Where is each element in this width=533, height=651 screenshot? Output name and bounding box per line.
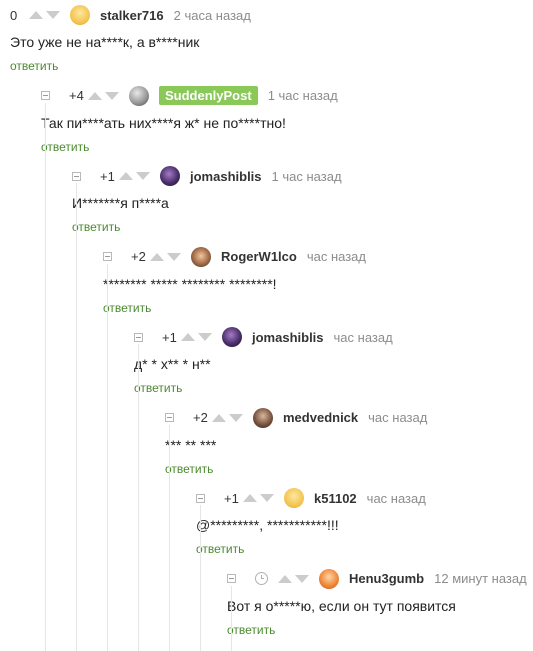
author-name[interactable]: SuddenlyPost <box>159 86 258 105</box>
comment-header: +1 jomashiblis час назад <box>134 326 393 348</box>
comment-rating: +2 <box>131 249 146 264</box>
collapse-toggle-button[interactable] <box>165 413 174 422</box>
author-name[interactable]: jomashiblis <box>190 169 262 184</box>
reply-link[interactable]: ответить <box>134 381 182 395</box>
author-name[interactable]: k51102 <box>314 491 357 506</box>
reply-link[interactable]: ответить <box>41 140 89 154</box>
comment-time: 1 час назад <box>267 88 338 103</box>
upvote-icon[interactable] <box>181 333 195 341</box>
reply-link[interactable]: ответить <box>103 301 151 315</box>
avatar[interactable] <box>160 166 180 186</box>
upvote-icon[interactable] <box>212 413 226 422</box>
upvote-icon[interactable] <box>278 574 292 583</box>
comment-rating: +2 <box>193 410 208 425</box>
reply-link[interactable]: ответить <box>72 220 120 234</box>
thread-branch-line <box>76 183 77 651</box>
downvote-icon[interactable] <box>229 413 243 422</box>
comment-text: Вот я о*****ю, если он тут появится <box>227 597 456 614</box>
comment-text: И*******я п****а <box>72 195 169 211</box>
comment-time: час назад <box>333 329 393 345</box>
upvote-icon[interactable] <box>29 11 43 19</box>
comment-time: час назад <box>368 410 428 425</box>
comment-header: 0 stalker716 2 часа назад <box>10 4 251 26</box>
downvote-icon[interactable] <box>260 494 274 502</box>
avatar[interactable] <box>222 327 242 347</box>
thread-branch-line <box>45 102 46 651</box>
upvote-icon[interactable] <box>88 91 102 100</box>
downvote-icon[interactable] <box>295 574 309 583</box>
comment-header: +1 jomashiblis 1 час назад <box>72 165 342 187</box>
comment-header: +2 RogerW1lco час назад <box>103 246 366 268</box>
comment-rating: +1 <box>100 168 115 184</box>
thread-branch-line <box>231 585 232 651</box>
collapse-toggle-button[interactable] <box>227 574 236 583</box>
clock-icon <box>255 572 268 585</box>
comment-time: 12 минут назад <box>434 571 527 586</box>
thread-branch-line <box>138 344 139 651</box>
downvote-icon[interactable] <box>136 172 150 180</box>
reply-link[interactable]: ответить <box>10 59 58 73</box>
thread-branch-line <box>200 505 201 651</box>
avatar[interactable] <box>191 246 211 267</box>
comment-time: час назад <box>306 249 366 264</box>
comment-text: ******** ***** ******** ********! <box>103 275 277 292</box>
downvote-icon[interactable] <box>105 91 119 100</box>
collapse-toggle-button[interactable] <box>41 91 50 100</box>
author-name[interactable]: RogerW1lco <box>221 249 297 264</box>
comment-text: @*********, ***********!!! <box>196 517 339 533</box>
collapse-toggle-button[interactable] <box>134 332 143 342</box>
comment-header: +4 SuddenlyPost 1 час назад <box>41 85 338 107</box>
avatar[interactable] <box>284 488 304 508</box>
comment-text: Это уже не на****к, а в****ник <box>10 34 200 50</box>
author-name[interactable]: stalker716 <box>100 8 164 23</box>
comment-time: 1 час назад <box>271 168 342 184</box>
comment-text: Так пи****ать них****я ж* не по****тно! <box>41 114 286 131</box>
upvote-icon[interactable] <box>119 172 133 180</box>
downvote-icon[interactable] <box>198 333 212 341</box>
comment-header: +2 medvednick час назад <box>165 407 427 429</box>
comment-thread: 0 stalker716 2 часа назад Это уже не на****… <box>0 0 533 651</box>
thread-branch-line <box>107 263 108 651</box>
reply-link[interactable]: ответить <box>227 623 275 637</box>
reply-link[interactable]: ответить <box>165 462 213 476</box>
comment-rating: +1 <box>162 329 177 345</box>
comment-text: *** ** *** <box>165 436 217 453</box>
comment-rating: +4 <box>69 88 84 103</box>
upvote-icon[interactable] <box>243 494 257 502</box>
downvote-icon[interactable] <box>167 252 181 261</box>
comment-time: 2 часа назад <box>173 7 251 23</box>
comment-rating: 0 <box>10 7 18 23</box>
author-name[interactable]: Henu3gumb <box>349 571 424 586</box>
comment-rating: +1 <box>224 490 239 506</box>
comment-time: час назад <box>366 490 426 506</box>
author-name[interactable]: medvednick <box>283 410 358 425</box>
collapse-toggle-button[interactable] <box>196 493 205 503</box>
author-name[interactable]: jomashiblis <box>252 330 324 345</box>
upvote-icon[interactable] <box>150 252 164 261</box>
avatar[interactable] <box>70 5 90 25</box>
downvote-icon[interactable] <box>46 11 60 19</box>
avatar[interactable] <box>129 85 149 106</box>
thread-branch-line <box>169 424 170 651</box>
reply-link[interactable]: ответить <box>196 542 244 556</box>
avatar[interactable] <box>253 407 273 428</box>
collapse-toggle-button[interactable] <box>72 171 81 181</box>
comment-header: Henu3gumb 12 минут назад <box>227 568 527 590</box>
avatar[interactable] <box>319 568 339 589</box>
collapse-toggle-button[interactable] <box>103 252 112 261</box>
comment-header: +1 k51102 час назад <box>196 487 426 509</box>
comment-text: д* * х** * н** <box>134 356 211 372</box>
